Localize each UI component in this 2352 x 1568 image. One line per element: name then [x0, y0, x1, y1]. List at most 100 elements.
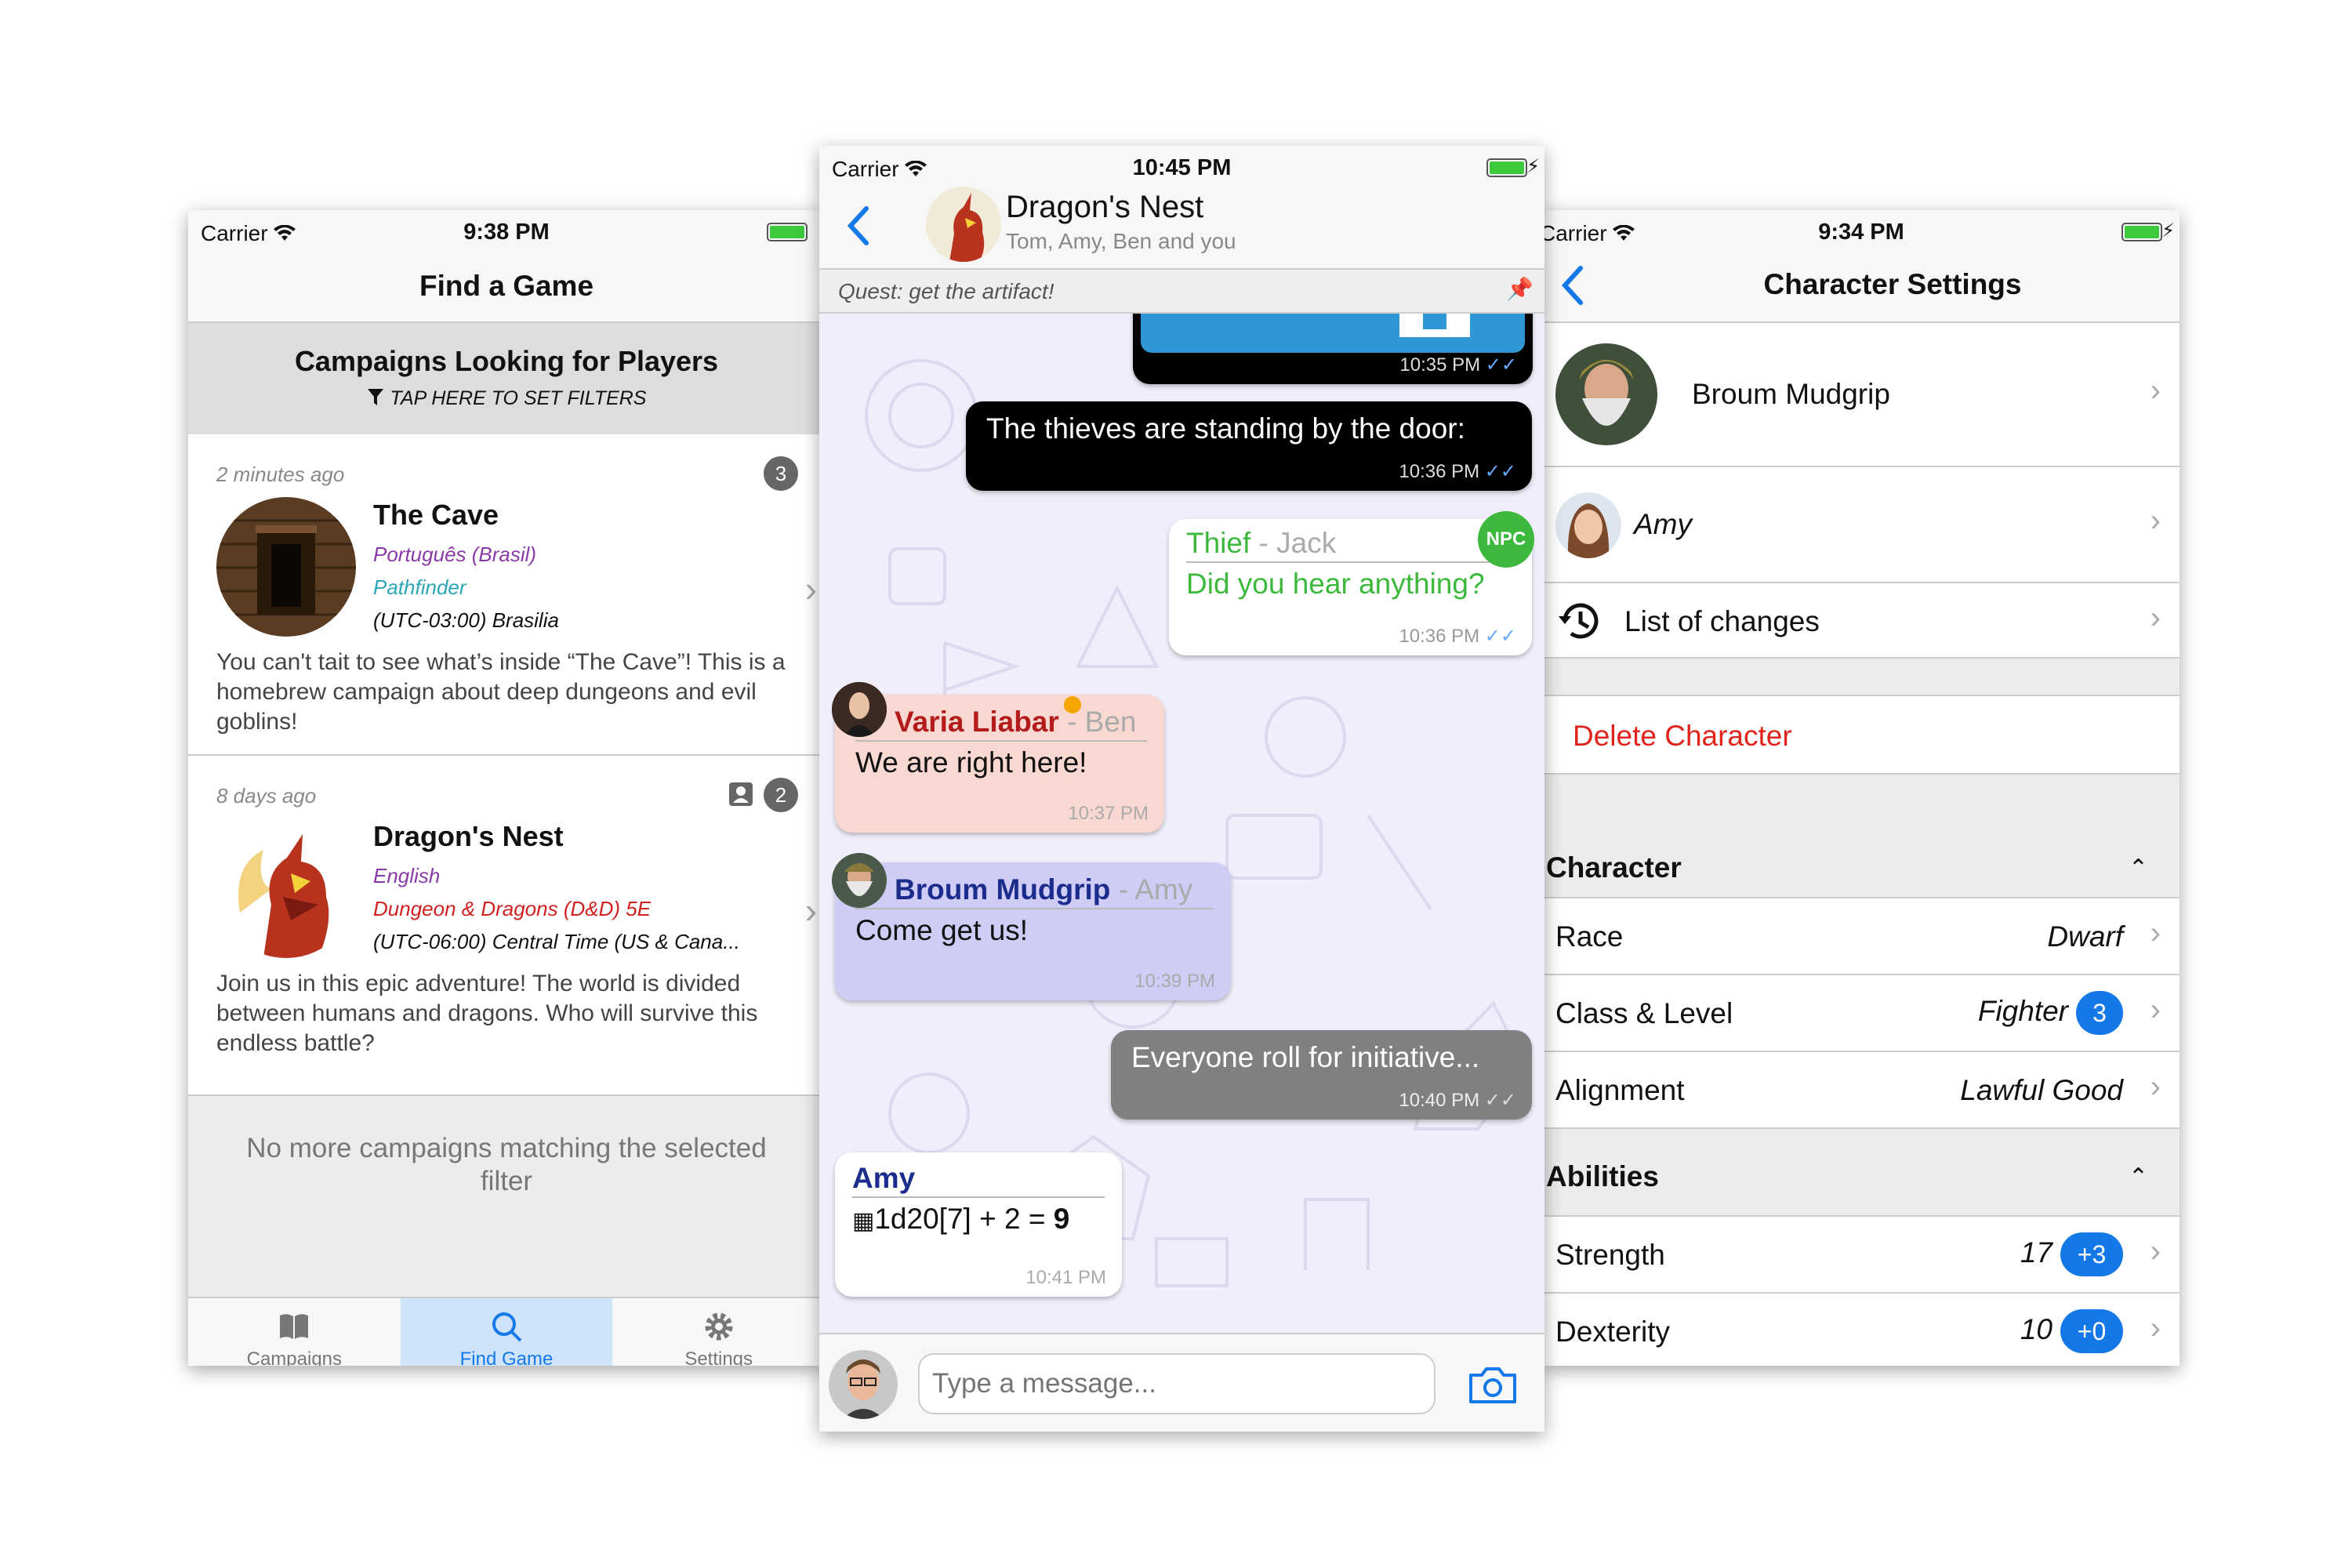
chevron-right-icon: › — [2150, 373, 2161, 408]
tab-label: Find Game — [459, 1348, 554, 1366]
player-name: Amy — [1634, 508, 1692, 540]
message-text: We are right here! — [855, 746, 1087, 779]
campaign-card[interactable]: 2 minutes ago 3 The Cave Português (Bras… — [188, 434, 825, 756]
character-avatar[interactable] — [832, 853, 887, 908]
modifier-badge: +0 — [2060, 1309, 2123, 1353]
posted-time: 8 days ago — [216, 784, 317, 808]
roll-expression: 1d20[7] + 2 = — [874, 1203, 1054, 1235]
tab-find-game[interactable]: Find Game — [400, 1298, 613, 1366]
navigation-bar: Carrier 10:45 PM ⚡ Dragon's Nest Tom, Am… — [819, 146, 1544, 270]
field-value: Fighter — [1977, 994, 2068, 1027]
field-label: Strength — [1555, 1239, 1665, 1271]
find-game-screen: Carrier 9:38 PM Find a Game Campaigns Lo… — [188, 210, 825, 1366]
chevron-right-icon: › — [2150, 916, 2161, 950]
image-message[interactable]: 10:35 PM ✓✓ — [1133, 314, 1533, 384]
character-name: Varia Liabar — [895, 706, 1059, 738]
search-icon — [492, 1312, 522, 1342]
npc-badge: NPC — [1478, 511, 1534, 568]
campaign-description: Join us in this epic adventure! The worl… — [216, 971, 758, 1056]
dexterity-row[interactable]: Dexterity 10 +0 › — [1543, 1294, 2180, 1366]
race-row[interactable]: Race Dwarf › — [1543, 898, 2180, 975]
field-value: 17 — [2020, 1236, 2053, 1269]
chevron-right-icon: › — [2150, 1311, 2161, 1345]
section-title: Campaigns Looking for Players — [294, 345, 719, 377]
character-name: Broum Mudgrip — [895, 873, 1111, 906]
posted-time: 2 minutes ago — [216, 463, 345, 486]
camera-icon[interactable] — [1468, 1366, 1518, 1405]
history-row[interactable]: List of changes › — [1543, 583, 2180, 659]
map-image — [1141, 314, 1525, 353]
dice-roll-message[interactable]: Amy ▦1d20[7] + 2 = 9 10:41 PM — [835, 1152, 1122, 1297]
composer-bar — [819, 1333, 1544, 1432]
read-checkmarks-icon: ✓✓ — [1484, 461, 1516, 482]
campaign-description: You can't tait to see what’s inside “The… — [216, 649, 786, 735]
message-text: Did you hear anything? — [1186, 568, 1485, 600]
player-message[interactable]: Broum Mudgrip - Amy Come get us! 10:39 P… — [835, 862, 1231, 1000]
page-title: Character Settings — [1763, 268, 2022, 300]
message-text: The thieves are standing by the door: — [986, 412, 1465, 445]
tab-bar: Campaigns Find Game Settings — [188, 1297, 825, 1366]
pin-icon: 📌 — [1506, 277, 1534, 301]
field-label: Race — [1555, 920, 1624, 953]
filter-header[interactable]: Campaigns Looking for Players TAP HERE T… — [188, 323, 825, 434]
section-header-character[interactable]: Character ⌃ — [1543, 811, 2180, 898]
roll-result: 9 — [1053, 1203, 1070, 1235]
back-chevron-icon[interactable] — [846, 205, 869, 246]
message-text: Come get us! — [855, 914, 1029, 946]
history-icon — [1559, 603, 1599, 639]
gear-icon — [705, 1312, 733, 1341]
character-settings-screen: Carrier 9:34 PM ⚡ Character Settings Bro… — [1543, 210, 2180, 1366]
field-label: Dexterity — [1555, 1316, 1670, 1348]
campaign-language: English — [373, 864, 441, 887]
player-row[interactable]: Amy › — [1543, 467, 2180, 583]
chevron-right-icon: › — [2150, 993, 2161, 1027]
pinned-quest[interactable]: Quest: get the artifact! — [819, 270, 1544, 314]
alignment-row[interactable]: Alignment Lawful Good › — [1543, 1052, 2180, 1129]
message-time: 10:36 PM — [1399, 626, 1480, 647]
read-checkmarks-icon: ✓✓ — [1484, 1090, 1516, 1111]
character-profile-row[interactable]: Broum Mudgrip › — [1543, 323, 2180, 467]
chevron-right-icon: › — [2150, 503, 2161, 538]
campaign-card[interactable]: 8 days ago 2 Dragon's Nest English Dunge… — [188, 756, 825, 1096]
chat-participants: Tom, Amy, Ben and you — [1006, 229, 1236, 253]
message-time: 10:36 PM — [1399, 461, 1480, 482]
character-portrait — [1555, 343, 1657, 445]
cave-thumbnail — [216, 497, 356, 637]
charging-icon: ⚡ — [1526, 156, 1540, 177]
section-header-abilities[interactable]: Abilities ⌃ — [1543, 1129, 2180, 1217]
field-label: Class & Level — [1555, 997, 1733, 1029]
status-time: 10:45 PM — [1132, 155, 1232, 180]
tab-settings[interactable]: Settings — [612, 1298, 825, 1366]
campaign-system: Dungeon & Dragons (D&D) 5E — [373, 897, 652, 920]
strength-row[interactable]: Strength 17 +3 › — [1543, 1217, 2180, 1294]
message-time: 10:41 PM — [1025, 1267, 1106, 1288]
dice-icon: ▦ — [852, 1208, 875, 1234]
message-text: Everyone roll for initiative... — [1131, 1041, 1480, 1073]
gm-message[interactable]: Everyone roll for initiative... 10:40 PM… — [1111, 1030, 1532, 1120]
field-label: Alignment — [1555, 1074, 1685, 1106]
read-checkmarks-icon: ✓✓ — [1485, 354, 1517, 376]
chevron-up-icon: ⌃ — [2128, 855, 2148, 881]
level-badge: 3 — [2076, 991, 2123, 1035]
field-value: Lawful Good — [1960, 1074, 2123, 1106]
tab-campaigns[interactable]: Campaigns — [188, 1298, 401, 1366]
message-time: 10:40 PM — [1399, 1090, 1480, 1111]
campaign-system: Pathfinder — [373, 575, 466, 599]
message-list[interactable]: 10:35 PM ✓✓ The thieves are standing by … — [819, 314, 1544, 1333]
section-title: Abilities — [1546, 1160, 1659, 1192]
filter-icon — [367, 389, 383, 405]
character-avatar[interactable] — [832, 682, 887, 737]
player-name: - Jack — [1258, 527, 1337, 559]
user-avatar[interactable] — [829, 1350, 898, 1419]
chat-title: Dragon's Nest — [1006, 190, 1204, 224]
message-input[interactable] — [918, 1353, 1436, 1414]
class-level-row[interactable]: Class & Level Fighter 3 › — [1543, 975, 2180, 1052]
campaign-avatar[interactable] — [926, 187, 1001, 262]
empty-list-message: No more campaigns matching the selected … — [188, 1096, 825, 1317]
back-chevron-icon[interactable] — [1560, 265, 1584, 306]
filter-link[interactable]: TAP HERE TO SET FILTERS — [390, 387, 647, 409]
field-value: Dwarf — [2047, 920, 2123, 953]
read-checkmarks-icon: ✓✓ — [1484, 626, 1516, 647]
delete-character-button[interactable]: Delete Character — [1543, 695, 2180, 775]
gm-message[interactable]: The thieves are standing by the door: 10… — [966, 401, 1532, 491]
